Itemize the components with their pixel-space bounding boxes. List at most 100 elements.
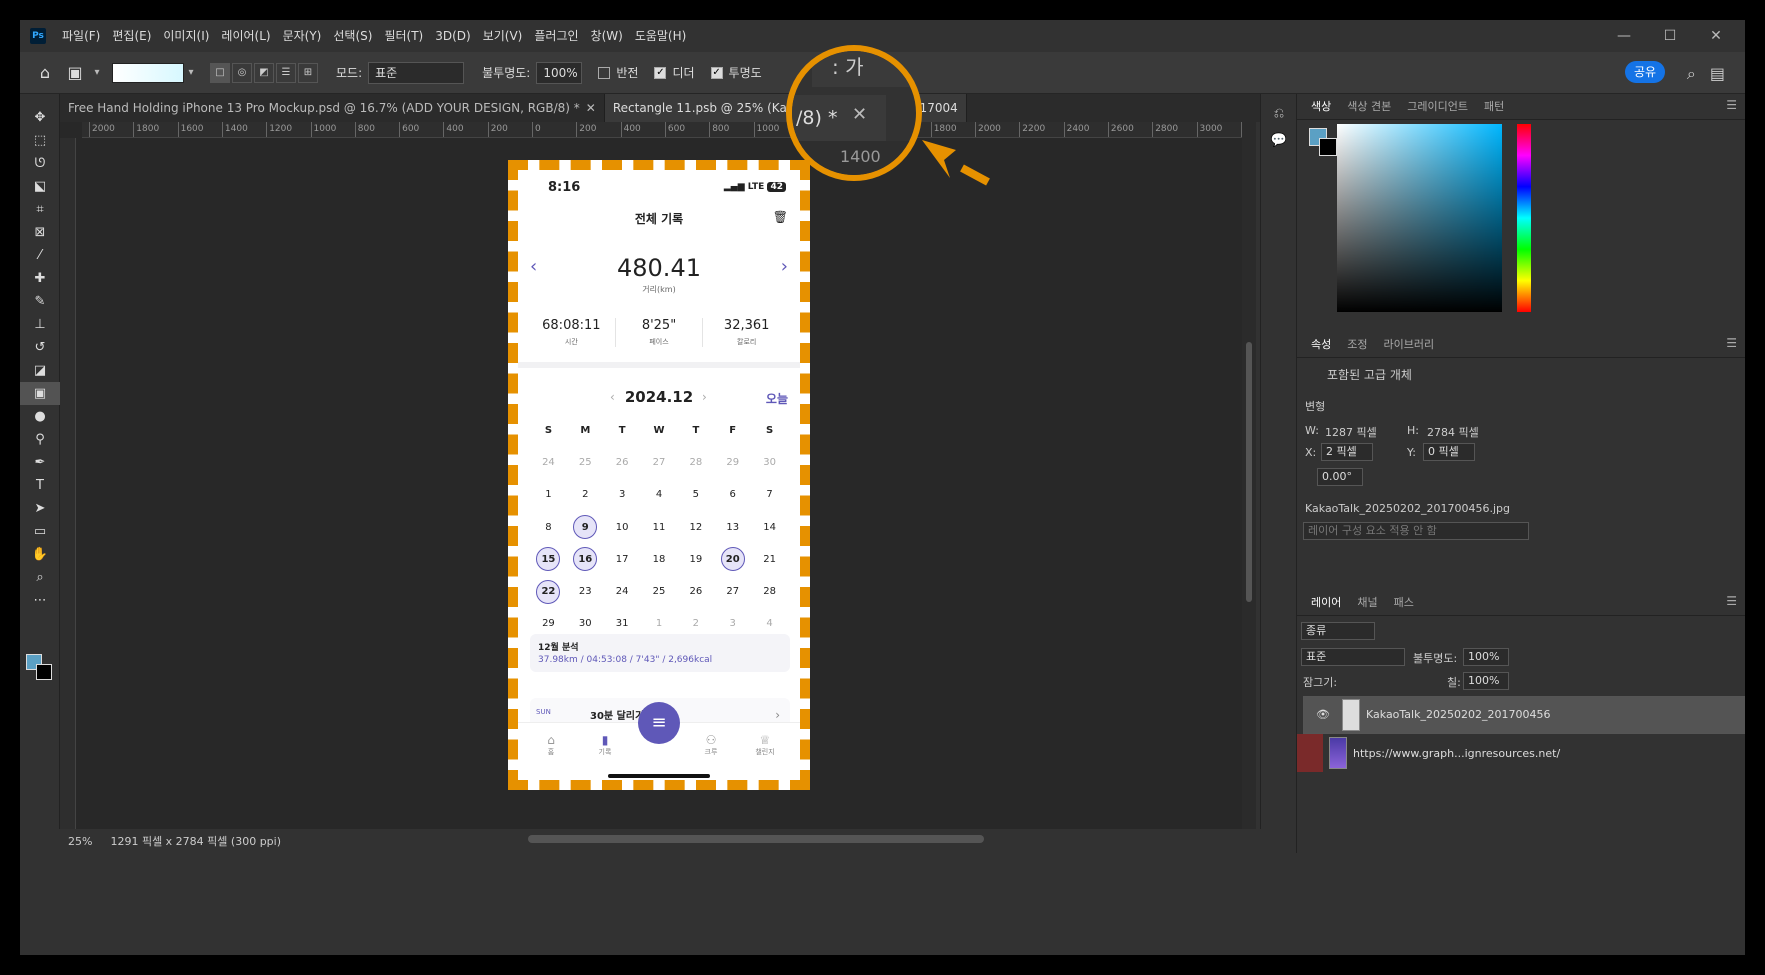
- angle-gradient-button[interactable]: ◩: [254, 62, 274, 83]
- calendar-day[interactable]: 10: [604, 522, 641, 533]
- menu-item[interactable]: 이미지(I): [157, 20, 215, 52]
- calendar-day[interactable]: 30: [567, 618, 604, 629]
- close-icon[interactable]: ✕: [586, 101, 596, 115]
- gradient-tool-icon[interactable]: ▣: [60, 58, 90, 88]
- menu-item[interactable]: 선택(S): [327, 20, 378, 52]
- dodge-tool-icon[interactable]: ⚲: [20, 428, 60, 451]
- dither-checkbox[interactable]: ✓ 디더: [654, 64, 695, 81]
- calendar-day[interactable]: 23: [567, 586, 604, 597]
- comments-icon[interactable]: 💬: [1261, 133, 1297, 148]
- calendar-day[interactable]: 8: [530, 522, 567, 533]
- layer-opacity-input[interactable]: 100%: [1463, 648, 1509, 666]
- calendar-day[interactable]: 1: [530, 489, 567, 500]
- calendar-day[interactable]: 28: [677, 457, 714, 468]
- menu-item[interactable]: 창(W): [585, 20, 629, 52]
- diamond-gradient-button[interactable]: ⊞: [298, 62, 318, 83]
- calendar-day[interactable]: 6: [714, 489, 751, 500]
- horizontal-scrollbar[interactable]: [528, 835, 984, 843]
- calendar-day[interactable]: 15: [530, 547, 567, 572]
- tab-mockup[interactable]: Free Hand Holding iPhone 13 Pro Mockup.p…: [60, 94, 605, 122]
- angle-input[interactable]: 0.00°: [1317, 468, 1363, 486]
- opacity-input[interactable]: 100%: [536, 61, 583, 84]
- eye-icon[interactable]: 👁: [1310, 705, 1336, 725]
- linear-gradient-button[interactable]: □: [210, 62, 230, 83]
- calendar-day[interactable]: 11: [641, 522, 678, 533]
- reverse-checkbox[interactable]: 반전: [598, 64, 638, 81]
- pen-tool-icon[interactable]: ✒: [20, 451, 60, 474]
- tab-layers[interactable]: 레이어: [1303, 590, 1349, 616]
- calendar-day[interactable]: 22: [530, 579, 567, 604]
- tab-patterns[interactable]: 패턴: [1476, 94, 1512, 120]
- healing-brush-icon[interactable]: ✚: [20, 267, 60, 290]
- menu-item[interactable]: 도움말(H): [629, 20, 693, 52]
- menu-item[interactable]: 파일(F): [56, 20, 106, 52]
- trash-icon[interactable]: 🗑: [773, 210, 788, 224]
- radial-gradient-button[interactable]: ◎: [232, 62, 252, 83]
- path-select-icon[interactable]: ➤: [20, 497, 60, 520]
- calendar-day[interactable]: 2: [567, 489, 604, 500]
- layer-comp-select[interactable]: 레이어 구성 요소 적용 안 함: [1303, 522, 1529, 540]
- calendar-day[interactable]: 16: [567, 547, 604, 572]
- tab-paths[interactable]: 패스: [1386, 590, 1422, 616]
- calendar-day[interactable]: 5: [677, 489, 714, 500]
- tab-adjustments[interactable]: 조정: [1339, 332, 1375, 358]
- calendar-day[interactable]: 27: [641, 457, 678, 468]
- nav-records[interactable]: ▮ 기록: [590, 733, 620, 757]
- calendar-day[interactable]: 17: [604, 554, 641, 565]
- mode-select[interactable]: 표준: [368, 61, 465, 84]
- panel-menu-icon[interactable]: ☰: [1726, 594, 1737, 608]
- calendar-day[interactable]: 2: [677, 618, 714, 629]
- calendar-day[interactable]: 31: [604, 618, 641, 629]
- maximize-icon[interactable]: ☐: [1647, 28, 1693, 44]
- frame-tool-icon[interactable]: ⊠: [20, 221, 60, 244]
- menu-item[interactable]: 보기(V): [477, 20, 529, 52]
- vertical-scrollbar[interactable]: [1242, 122, 1256, 829]
- calendar-day[interactable]: 3: [714, 618, 751, 629]
- move-tool-icon[interactable]: ✥: [20, 106, 60, 129]
- transparency-checkbox[interactable]: ✓ 투명도: [710, 64, 762, 81]
- menu-item[interactable]: 레이어(L): [215, 20, 276, 52]
- nav-challenge[interactable]: ♕ 챌린지: [750, 733, 780, 757]
- object-select-icon[interactable]: ⬕: [20, 175, 60, 198]
- next-month-icon[interactable]: ›: [702, 390, 707, 404]
- chevron-down-icon[interactable]: ▾: [184, 67, 198, 78]
- hidden-eye-icon[interactable]: [1297, 734, 1323, 772]
- zoom-level[interactable]: 25%: [68, 835, 92, 848]
- calendar-day[interactable]: 29: [530, 618, 567, 629]
- h-value[interactable]: 2784 픽셀: [1427, 424, 1479, 440]
- gradient-picker[interactable]: [112, 62, 184, 83]
- history-icon[interactable]: ⎌: [1261, 106, 1297, 121]
- tab-channels[interactable]: 채널: [1349, 590, 1385, 616]
- calendar-day[interactable]: 4: [641, 489, 678, 500]
- brush-tool-icon[interactable]: ✎: [20, 290, 60, 313]
- marquee-tool-icon[interactable]: ⬚: [20, 129, 60, 152]
- home-icon[interactable]: ⌂: [30, 58, 60, 88]
- w-value[interactable]: 1287 픽셀: [1325, 424, 1377, 440]
- layer-filter-select[interactable]: 종류: [1301, 622, 1375, 640]
- zoom-tool-icon[interactable]: ⌕: [20, 566, 60, 589]
- layer-row[interactable]: https://www.graph...ignresources.net/: [1297, 734, 1745, 772]
- calendar-day[interactable]: 25: [641, 586, 678, 597]
- calendar-day[interactable]: 29: [714, 457, 751, 468]
- menu-item[interactable]: 필터(T): [378, 20, 429, 52]
- more-tools-icon[interactable]: ⋯: [20, 589, 60, 612]
- calendar-day[interactable]: 19: [677, 554, 714, 565]
- menu-item[interactable]: 3D(D): [429, 20, 476, 52]
- tab-gradients[interactable]: 그레이디언트: [1399, 94, 1476, 120]
- background-color[interactable]: [36, 664, 52, 680]
- panel-menu-icon[interactable]: ☰: [1726, 336, 1737, 350]
- calendar-day[interactable]: 21: [751, 554, 788, 565]
- layer-row[interactable]: 👁 KakaoTalk_20250202_201700456: [1303, 696, 1745, 734]
- nav-crew[interactable]: ⚇ 크루: [696, 733, 726, 757]
- calendar-day[interactable]: 9: [567, 515, 604, 540]
- calendar-day[interactable]: 26: [604, 457, 641, 468]
- tab-libraries[interactable]: 라이브러리: [1376, 332, 1443, 358]
- menu-item[interactable]: 플러그인: [528, 20, 584, 52]
- calendar-day[interactable]: 18: [641, 554, 678, 565]
- fill-input[interactable]: 100%: [1463, 672, 1509, 690]
- blur-tool-icon[interactable]: ●: [20, 405, 60, 428]
- workspace-icon[interactable]: ▤: [1710, 64, 1725, 84]
- calendar-day[interactable]: 24: [604, 586, 641, 597]
- calendar-day[interactable]: 3: [604, 489, 641, 500]
- stamp-tool-icon[interactable]: ⊥: [20, 313, 60, 336]
